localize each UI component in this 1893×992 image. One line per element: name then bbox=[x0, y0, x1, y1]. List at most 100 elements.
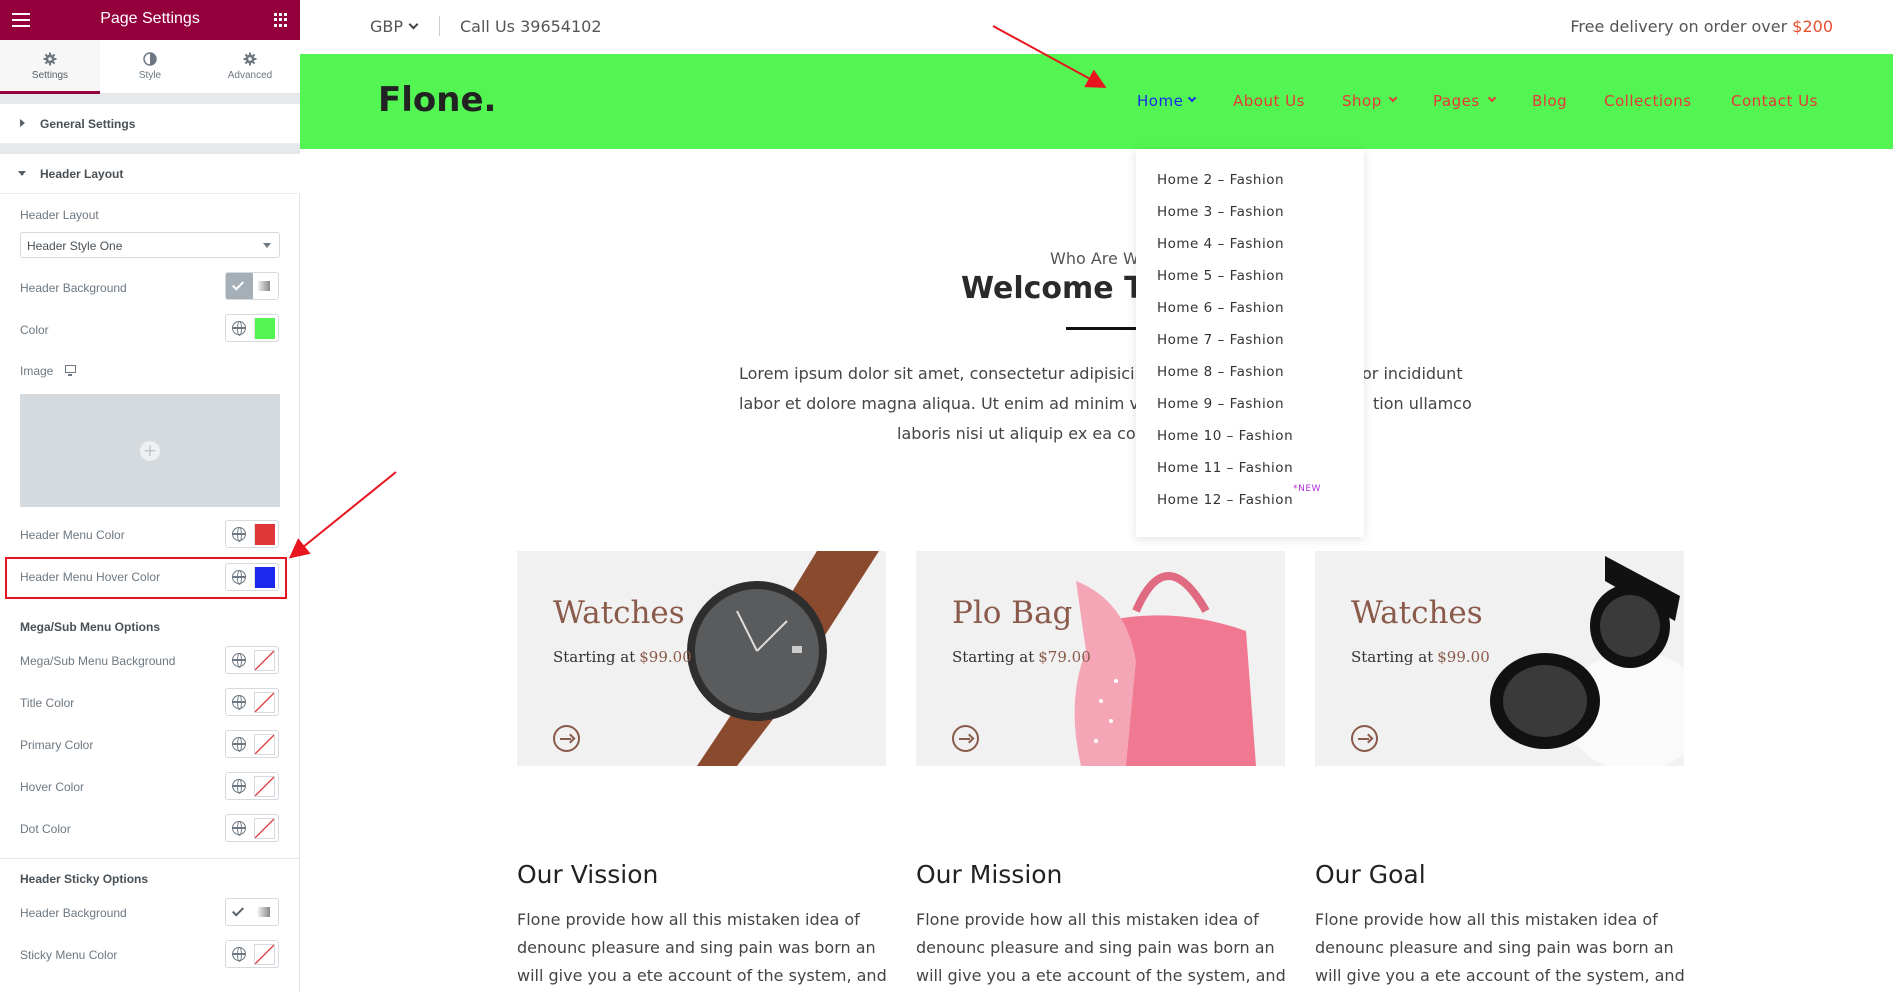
nav-pages[interactable]: Pages bbox=[1433, 92, 1480, 110]
hover-color-picker[interactable] bbox=[225, 772, 279, 800]
gradient-icon bbox=[258, 907, 270, 917]
gradient-background-option[interactable] bbox=[251, 273, 278, 299]
empty-color-swatch[interactable] bbox=[254, 944, 275, 965]
dropdown-item[interactable]: Home 7 – Fashion bbox=[1157, 332, 1284, 348]
plus-icon: + bbox=[140, 441, 160, 461]
dropdown-item[interactable]: Home 2 – Fashion bbox=[1157, 172, 1284, 188]
globe-icon[interactable] bbox=[232, 947, 246, 962]
sticky-header-background-label: Header Background bbox=[20, 906, 127, 920]
dropdown-item[interactable]: Home 9 – Fashion bbox=[1157, 396, 1284, 412]
card-price: $79.00 bbox=[1038, 648, 1091, 666]
product-card[interactable]: Plo Bag Starting at $79.00 bbox=[916, 551, 1285, 766]
tab-style[interactable]: Style bbox=[100, 40, 200, 94]
nav-shop[interactable]: Shop bbox=[1342, 92, 1382, 110]
empty-color-swatch[interactable] bbox=[254, 692, 275, 713]
mega-sub-menu-options-heading: Mega/Sub Menu Options bbox=[20, 620, 160, 634]
gear-icon bbox=[243, 52, 257, 66]
empty-color-swatch[interactable] bbox=[254, 818, 275, 839]
globe-icon[interactable] bbox=[232, 527, 246, 542]
header-background-label: Header Background bbox=[20, 281, 127, 295]
dropdown-item[interactable]: Home 4 – Fashion bbox=[1157, 236, 1284, 252]
product-card[interactable]: Watches Starting at $99.00 bbox=[1315, 551, 1684, 766]
dot-color-picker[interactable] bbox=[225, 814, 279, 842]
dropdown-item[interactable]: Home 12 – Fashion *NEW bbox=[1157, 484, 1320, 508]
empty-color-swatch[interactable] bbox=[254, 650, 275, 671]
free-delivery-text: Free delivery on order over $200 bbox=[1570, 17, 1833, 36]
divider bbox=[0, 858, 300, 859]
gradient-background-option[interactable] bbox=[251, 899, 278, 925]
header-layout-select[interactable]: Header Style One bbox=[20, 232, 280, 258]
sticky-header-background-toggle[interactable] bbox=[225, 898, 279, 926]
feature-text-line: Flone provide how all this mistaken idea… bbox=[916, 910, 1259, 929]
chevron-down-icon[interactable] bbox=[408, 19, 419, 30]
header-menu-hover-color-picker[interactable] bbox=[225, 563, 279, 591]
header-menu-hover-color-label: Header Menu Hover Color bbox=[20, 570, 161, 584]
color-swatch[interactable] bbox=[254, 567, 275, 588]
nav-collections[interactable]: Collections bbox=[1604, 92, 1692, 110]
globe-icon[interactable] bbox=[232, 821, 246, 836]
nav-about-us[interactable]: About Us bbox=[1233, 92, 1305, 110]
tab-advanced[interactable]: Advanced bbox=[200, 40, 300, 94]
nav-blog[interactable]: Blog bbox=[1532, 92, 1567, 110]
section-title: General Settings bbox=[40, 117, 136, 131]
free-delivery-amount: $200 bbox=[1792, 17, 1833, 36]
empty-color-swatch[interactable] bbox=[254, 734, 275, 755]
feature-text-line: denounc pleasure and sing pain was born … bbox=[517, 938, 876, 957]
header-background-toggle[interactable] bbox=[225, 272, 279, 300]
product-card[interactable]: Watches Starting at $99.00 bbox=[517, 551, 886, 766]
nav-home[interactable]: Home bbox=[1137, 92, 1183, 110]
card-price-line: Starting at $99.00 bbox=[1351, 648, 1490, 666]
section-title: Header Layout bbox=[40, 167, 124, 181]
dropdown-item[interactable]: Home 8 – Fashion bbox=[1157, 364, 1284, 380]
currency-selector[interactable]: GBP bbox=[370, 17, 403, 36]
classic-background-option[interactable] bbox=[226, 273, 253, 299]
feature-text-line: will give you a ete account of the syste… bbox=[1315, 966, 1685, 985]
section-general-settings[interactable]: General Settings bbox=[0, 104, 300, 144]
section-header-layout[interactable]: Header Layout bbox=[0, 154, 300, 194]
mega-sub-menu-background-picker[interactable] bbox=[225, 646, 279, 674]
arrow-right-circle-icon[interactable] bbox=[1351, 725, 1378, 752]
globe-icon[interactable] bbox=[232, 570, 246, 585]
globe-icon[interactable] bbox=[232, 653, 246, 668]
apps-grid-icon[interactable] bbox=[274, 13, 288, 27]
color-picker[interactable] bbox=[225, 314, 279, 342]
globe-icon[interactable] bbox=[232, 695, 246, 710]
starting-at-label: Starting at bbox=[952, 648, 1035, 666]
dropdown-item-label: Home 12 – Fashion bbox=[1157, 492, 1294, 508]
arrow-right-circle-icon[interactable] bbox=[553, 725, 580, 752]
dropdown-item[interactable]: Home 10 – Fashion bbox=[1157, 428, 1293, 444]
color-swatch[interactable] bbox=[254, 524, 275, 545]
feature-text-line: denounc pleasure and sing pain was born … bbox=[1315, 938, 1674, 957]
classic-background-option[interactable] bbox=[226, 899, 253, 925]
color-swatch[interactable] bbox=[254, 318, 275, 339]
header-menu-color-picker[interactable] bbox=[225, 520, 279, 548]
dropdown-item[interactable]: Home 11 – Fashion bbox=[1157, 460, 1293, 476]
page-settings-panel: Page Settings Settings Style Advanced Ge… bbox=[0, 0, 300, 992]
image-upload-area[interactable]: + bbox=[20, 394, 280, 507]
site-logo[interactable]: Flone. bbox=[378, 80, 496, 120]
divider bbox=[439, 16, 440, 36]
empty-color-swatch[interactable] bbox=[254, 776, 275, 797]
globe-icon[interactable] bbox=[232, 321, 246, 336]
card-title: Watches bbox=[1351, 595, 1483, 631]
dropdown-arrow-icon bbox=[263, 243, 271, 248]
dropdown-item[interactable]: Home 6 – Fashion bbox=[1157, 300, 1284, 316]
panel-header: Page Settings bbox=[0, 0, 300, 40]
globe-icon[interactable] bbox=[232, 737, 246, 752]
sticky-menu-color-picker[interactable] bbox=[225, 940, 279, 968]
nav-contact-us[interactable]: Contact Us bbox=[1731, 92, 1818, 110]
dropdown-item[interactable]: Home 5 – Fashion bbox=[1157, 268, 1284, 284]
card-price: $99.00 bbox=[639, 648, 692, 666]
dropdown-item[interactable]: Home 3 – Fashion bbox=[1157, 204, 1284, 220]
watch-image bbox=[687, 551, 879, 766]
home-dropdown-menu: Home 2 – Fashion Home 3 – Fashion Home 4… bbox=[1136, 149, 1364, 537]
feature-text-line: Flone provide how all this mistaken idea… bbox=[517, 910, 860, 929]
globe-icon[interactable] bbox=[232, 779, 246, 794]
desktop-monitor-icon[interactable] bbox=[65, 365, 76, 376]
title-color-picker[interactable] bbox=[225, 688, 279, 716]
primary-color-picker[interactable] bbox=[225, 730, 279, 758]
new-badge: *NEW bbox=[1293, 484, 1321, 494]
arrow-right-circle-icon[interactable] bbox=[952, 725, 979, 752]
feature-title-mission: Our Mission bbox=[916, 860, 1063, 889]
tab-settings[interactable]: Settings bbox=[0, 40, 100, 94]
